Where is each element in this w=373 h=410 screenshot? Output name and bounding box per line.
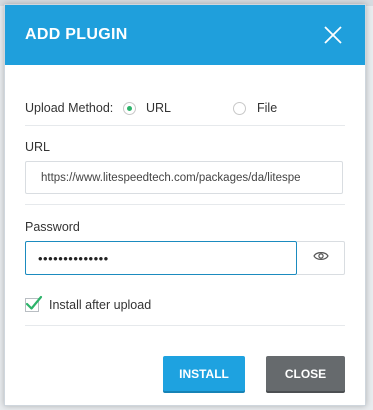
dialog-title: ADD PLUGIN xyxy=(25,26,128,43)
radio-file-label[interactable]: File xyxy=(257,101,277,115)
checkmark-icon xyxy=(25,295,43,310)
add-plugin-dialog: ADD PLUGIN Upload Method: URL File URL P… xyxy=(4,4,366,406)
show-password-button[interactable] xyxy=(297,241,345,275)
url-input[interactable] xyxy=(25,161,343,194)
password-input[interactable] xyxy=(25,241,297,275)
divider xyxy=(25,325,345,326)
install-after-upload-checkbox[interactable] xyxy=(25,295,43,312)
eye-icon xyxy=(312,249,329,267)
url-label: URL xyxy=(25,140,51,154)
close-button[interactable]: CLOSE xyxy=(266,356,345,391)
install-button[interactable]: INSTALL xyxy=(163,356,245,391)
password-label: Password xyxy=(25,220,80,234)
radio-file[interactable] xyxy=(233,102,246,115)
divider xyxy=(25,125,345,126)
divider xyxy=(25,204,345,205)
install-after-upload-label[interactable]: Install after upload xyxy=(49,298,151,312)
close-icon[interactable] xyxy=(321,23,345,47)
install-after-upload-row[interactable]: Install after upload xyxy=(25,295,151,314)
upload-method-label: Upload Method: xyxy=(25,101,114,115)
radio-url[interactable] xyxy=(123,102,136,115)
dialog-header: ADD PLUGIN xyxy=(5,5,365,65)
radio-url-label[interactable]: URL xyxy=(146,101,171,115)
